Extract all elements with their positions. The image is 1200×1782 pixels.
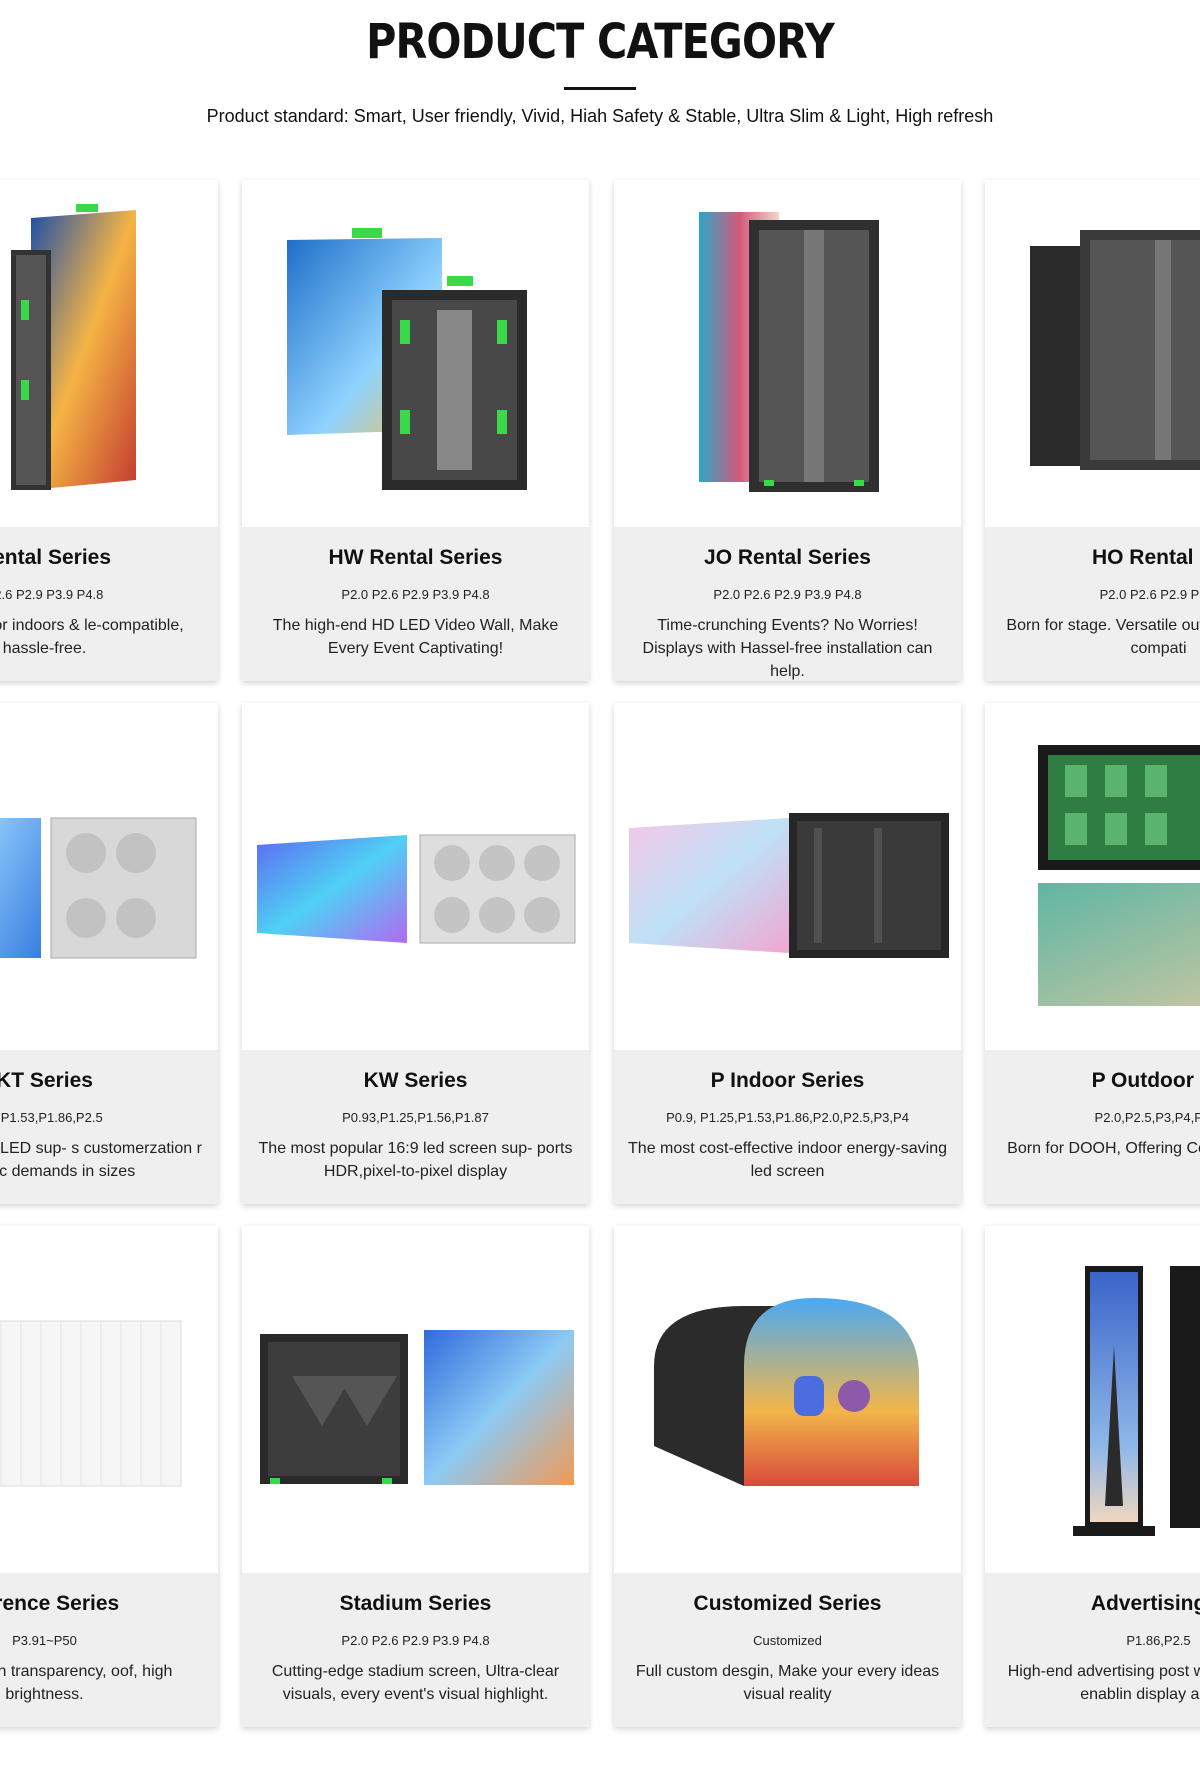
pixel-pitch: Customized xyxy=(753,1633,822,1648)
pixel-pitch: P0.93,P1.25,P1.56,P1.87 xyxy=(342,1110,489,1125)
led-module-image xyxy=(985,703,1200,1050)
led-cabinet-image xyxy=(985,180,1200,527)
series-description: nizable, high transparency, oof, high br… xyxy=(0,1663,173,1703)
product-card[interactable]: HW Rental Series P2.0 P2.6 P2.9 P3.9 P4.… xyxy=(242,180,589,681)
series-name: JO Rental Series xyxy=(704,546,871,569)
series-description: e. Versatile for indoors & le-compatible… xyxy=(0,617,184,657)
series-description: on 640*480mm LED sup- s customerzation r… xyxy=(0,1140,202,1180)
product-card[interactable]: P Indoor Series P0.9, P1.25,P1.53,P1.86,… xyxy=(614,703,961,1204)
product-card[interactable]: P Outdoor Se P2.0,P2.5,P3,P4,P5,P Born f… xyxy=(985,703,1200,1204)
led-panel-image xyxy=(242,703,589,1050)
poster-screen-image xyxy=(985,1226,1200,1573)
led-cabinet-image xyxy=(614,180,961,527)
pixel-pitch: P2.6 P2.9 P3.9 P4.8 xyxy=(0,587,104,602)
led-cabinet-image xyxy=(242,180,589,527)
pixel-pitch: P2.0,P2.5,P3,P4,P5,P xyxy=(1094,1110,1200,1125)
series-name: Rental Series xyxy=(0,546,112,569)
series-description: The most popular 16:9 led screen sup- po… xyxy=(258,1140,573,1180)
series-name: HW Rental Series xyxy=(328,546,503,569)
product-grid: Rental Series P2.6 P2.9 P3.9 P4.8 e. Ver… xyxy=(0,0,1200,1782)
pixel-pitch: P1.86,P2.5 xyxy=(1126,1633,1191,1648)
series-name: P Outdoor Se xyxy=(1091,1069,1200,1092)
led-cabinet-image xyxy=(0,180,218,527)
series-description: Born for DOOH, Offering Cost-Effective S… xyxy=(1007,1140,1200,1157)
series-description: Born for stage. Versatile outdoors, modu… xyxy=(1006,617,1200,657)
pixel-pitch: P3.91~P50 xyxy=(12,1633,77,1648)
pixel-pitch: 5, P1.53,P1.86,P2.5 xyxy=(0,1110,103,1125)
series-name: Stadium Series xyxy=(339,1592,492,1615)
pixel-pitch: P2.0 P2.6 P2.9 P3.9 P4.8 xyxy=(713,587,862,602)
product-card[interactable]: Advertising S P1.86,P2.5 High-end advert… xyxy=(985,1226,1200,1727)
series-name: Customized Series xyxy=(693,1592,882,1615)
series-description: Cutting-edge stadium screen, Ultra-clear… xyxy=(271,1663,560,1703)
product-card[interactable]: KW Series P0.93,P1.25,P1.56,P1.87 The mo… xyxy=(242,703,589,1204)
product-card[interactable]: Rental Series P2.6 P2.9 P3.9 P4.8 e. Ver… xyxy=(0,180,218,681)
pixel-pitch: P2.0 P2.6 P2.9 P3.9 xyxy=(1099,587,1200,602)
product-card[interactable]: HO Rental Se P2.0 P2.6 P2.9 P3.9 Born fo… xyxy=(985,180,1200,681)
pixel-pitch: P2.0 P2.6 P2.9 P3.9 P4.8 xyxy=(341,1633,490,1648)
product-card[interactable]: KT Series 5, P1.53,P1.86,P2.5 on 640*480… xyxy=(0,703,218,1204)
series-description: The high-end HD LED Video Wall, Make Eve… xyxy=(272,617,559,657)
led-panel-image xyxy=(0,703,218,1050)
led-panel-image xyxy=(614,703,961,1050)
series-name: KT Series xyxy=(0,1069,93,1092)
series-name: P Indoor Series xyxy=(710,1069,865,1092)
series-description: Time-crunching Events? No Worries! Displ… xyxy=(642,617,933,680)
pixel-pitch: P0.9, P1.25,P1.53,P1.86,P2.0,P2.5,P3,P4 xyxy=(666,1110,909,1125)
series-name: HO Rental Se xyxy=(1091,546,1200,569)
pixel-pitch: P2.0 P2.6 P2.9 P3.9 P4.8 xyxy=(341,587,490,602)
stadium-screen-image xyxy=(242,1226,589,1573)
product-card[interactable]: parence Series P3.91~P50 nizable, high t… xyxy=(0,1226,218,1727)
series-name: parence Series xyxy=(0,1592,120,1615)
series-name: KW Series xyxy=(363,1069,468,1092)
arch-screen-image xyxy=(614,1226,961,1573)
series-description: Full custom desgin, Make your every idea… xyxy=(635,1663,940,1703)
series-description: The most cost-effective indoor energy-sa… xyxy=(628,1140,947,1180)
series-name: Advertising S xyxy=(1090,1592,1200,1615)
transparent-screen-image xyxy=(0,1226,218,1573)
product-card[interactable]: Customized Series Customized Full custom… xyxy=(614,1226,961,1727)
product-card[interactable]: Stadium Series P2.0 P2.6 P2.9 P3.9 P4.8 … xyxy=(242,1226,589,1727)
product-card[interactable]: JO Rental Series P2.0 P2.6 P2.9 P3.9 P4.… xyxy=(614,180,961,681)
series-description: High-end advertising post weight,movable… xyxy=(1007,1663,1200,1703)
